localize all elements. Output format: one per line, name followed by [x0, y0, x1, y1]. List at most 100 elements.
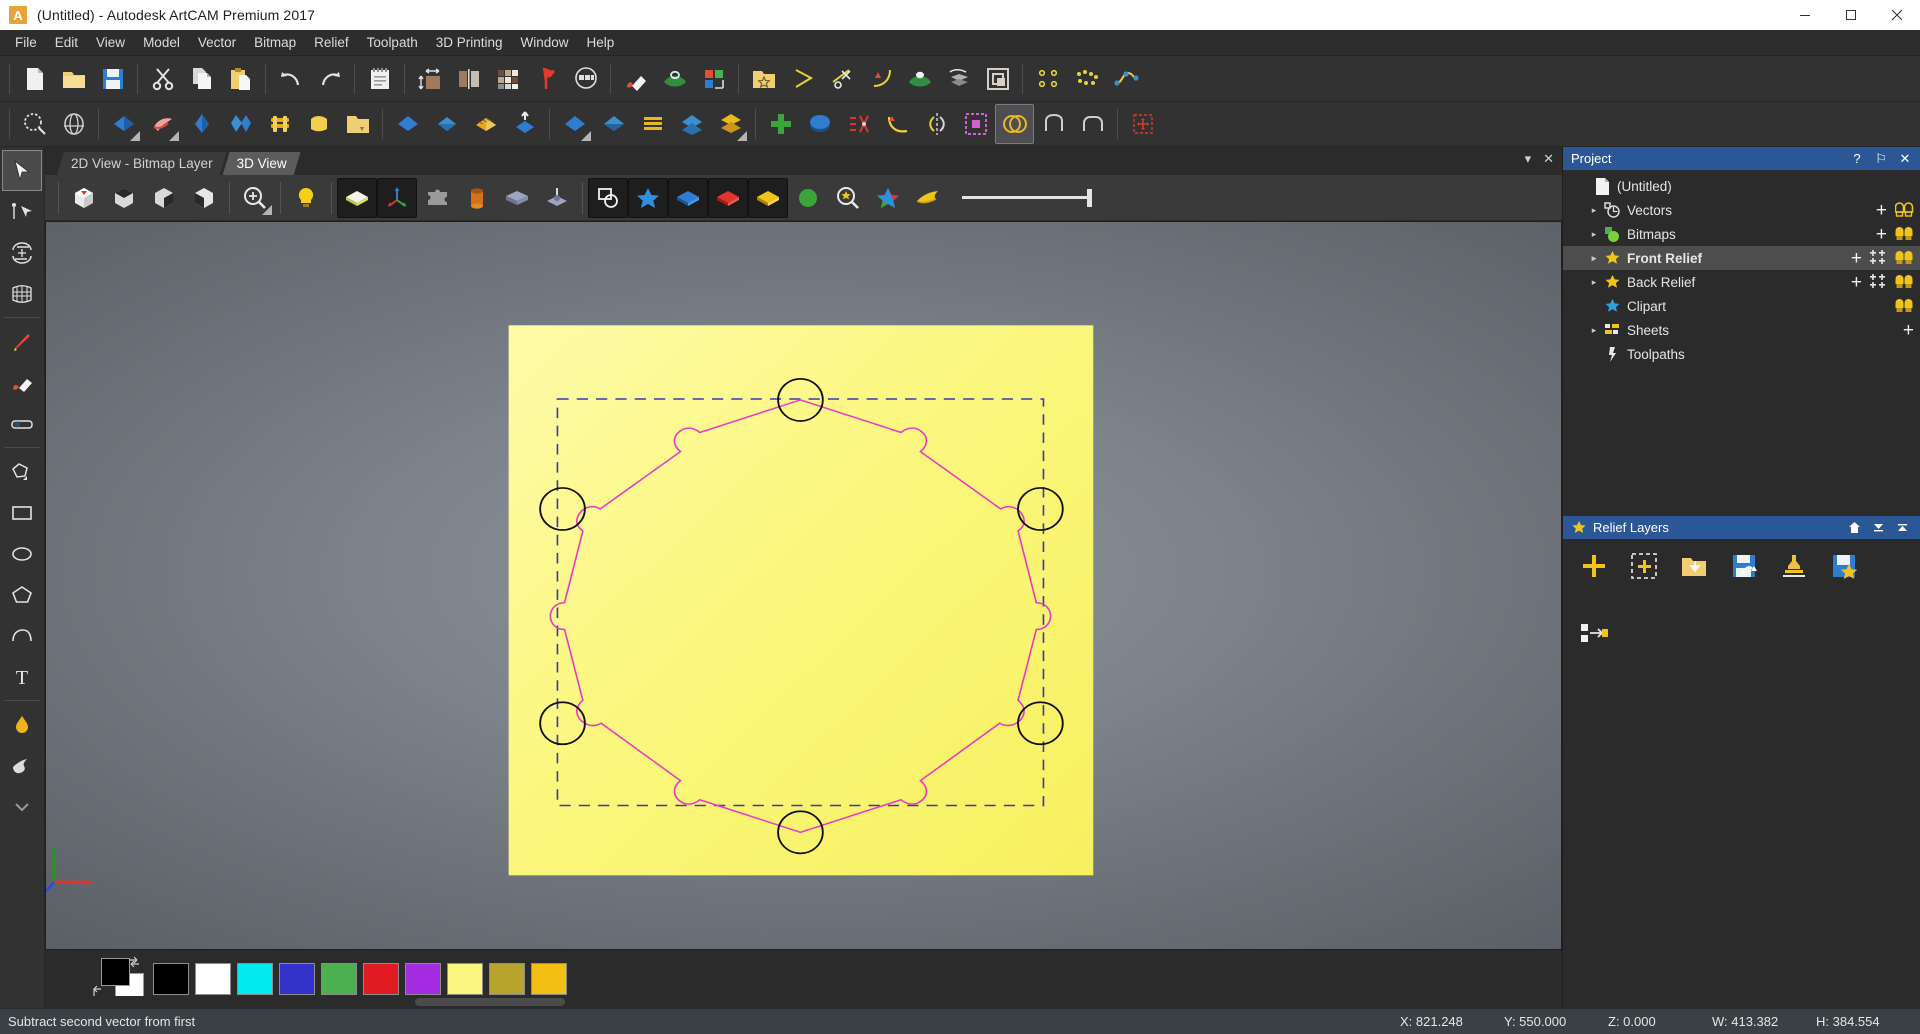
zoom-star-icon[interactable] [828, 178, 868, 218]
tree-item-clipart[interactable]: ▸ Clipart [1563, 294, 1920, 318]
menu-relief[interactable]: Relief [305, 32, 358, 53]
vector-curve-icon[interactable] [861, 59, 900, 99]
iso-view-icon[interactable] [64, 178, 104, 218]
relief-pink-icon[interactable] [143, 104, 182, 144]
vector-blue-icon[interactable] [388, 104, 427, 144]
tree-item-toolpaths[interactable]: ▸ Toolpaths [1563, 342, 1920, 366]
swatch-red[interactable] [363, 963, 399, 995]
nodes-dense-icon[interactable] [1067, 59, 1106, 99]
ribbon-icon[interactable] [908, 178, 948, 218]
fill-vector-tool[interactable] [2, 362, 42, 403]
scrollbar-thumb[interactable] [415, 998, 565, 1006]
tree-item-front-relief[interactable]: ▸ Front Relief + [1563, 246, 1920, 270]
add-front-relief-layer-icon[interactable]: + [1851, 249, 1862, 268]
grid-plus-icon[interactable] [1870, 274, 1887, 290]
top-view-icon[interactable] [184, 178, 224, 218]
menu-model[interactable]: Model [134, 32, 189, 53]
maximize-button[interactable] [1828, 0, 1874, 30]
star-blue-icon[interactable] [628, 177, 668, 218]
save-as-clipart-icon[interactable] [1827, 549, 1861, 583]
slab-icon[interactable] [497, 178, 537, 218]
add-bitmap-layer-icon[interactable]: + [1876, 225, 1887, 244]
3d-viewport[interactable] [45, 221, 1562, 950]
minimize-button[interactable] [1782, 0, 1828, 30]
swatch-lightyellow[interactable] [447, 963, 483, 995]
slider-knob[interactable] [1087, 188, 1092, 207]
cylinder-icon[interactable] [457, 178, 497, 218]
relief-blue-icon[interactable] [104, 104, 143, 144]
expander-icon[interactable]: ▸ [1587, 277, 1601, 288]
preview-eye-icon[interactable] [900, 59, 939, 99]
menu-edit[interactable]: Edit [46, 32, 87, 53]
tree-item-bitmaps[interactable]: ▸ Bitmaps + [1563, 222, 1920, 246]
swatch-purple[interactable] [405, 963, 441, 995]
green-circle-icon[interactable] [788, 178, 828, 218]
ellipse-tool[interactable] [2, 533, 42, 574]
smudge-tool[interactable] [2, 745, 42, 786]
menu-window[interactable]: Window [512, 32, 578, 53]
toggle-relief-icon[interactable] [588, 177, 628, 218]
curve-yellow-icon[interactable] [878, 104, 917, 144]
import-layer-ic on[interactable] [1677, 549, 1711, 583]
two-rail-sweep-icon[interactable] [427, 104, 466, 144]
wireframe-icon[interactable] [54, 104, 93, 144]
weld-shape-icon[interactable] [1034, 104, 1073, 144]
project-pin-icon[interactable]: ⚐ [1872, 151, 1890, 167]
expander-icon[interactable]: ▸ [1587, 325, 1601, 336]
multi-color-icon[interactable] [868, 178, 908, 218]
tree-item-vectors[interactable]: ▸ Vectors + [1563, 198, 1920, 222]
material-diamond-icon[interactable] [616, 59, 655, 99]
relief-transparency-slider[interactable] [962, 185, 1092, 211]
layer-stack2-icon[interactable] [711, 104, 750, 144]
home-icon[interactable] [1848, 521, 1866, 534]
add-vector-layer-icon[interactable]: + [1876, 201, 1887, 220]
vector-arrow-icon[interactable] [783, 59, 822, 99]
bulb-icon[interactable] [1895, 249, 1914, 267]
expander-icon[interactable]: ▸ [1587, 229, 1601, 240]
puzzle-icon[interactable] [417, 178, 457, 218]
tab-3d-view[interactable]: 3D View [223, 152, 301, 175]
bulb-icon[interactable] [1895, 273, 1914, 291]
vector-trim-icon[interactable] [822, 59, 861, 99]
color-grid-icon[interactable] [694, 59, 733, 99]
swatch-olive[interactable] [489, 963, 525, 995]
measure-tool[interactable] [2, 403, 42, 444]
layer-red-icon[interactable] [708, 177, 748, 218]
open-model-icon[interactable] [54, 59, 93, 99]
undo-icon[interactable] [271, 59, 310, 99]
swatch-gold[interactable] [531, 963, 567, 995]
transform-tool[interactable] [2, 232, 42, 273]
visibility-eye-icon[interactable] [655, 59, 694, 99]
select-area-icon[interactable] [956, 104, 995, 144]
stamp-layer-icon[interactable] [1777, 549, 1811, 583]
bulb-icon[interactable] [1895, 225, 1914, 243]
subtract-vector-icon[interactable] [995, 104, 1034, 144]
weave-gold-icon[interactable] [260, 104, 299, 144]
layer-yellow-icon[interactable] [748, 177, 788, 218]
menu-help[interactable]: Help [578, 32, 624, 53]
foreground-colour-swatch[interactable] [101, 958, 130, 986]
subtract-red-icon[interactable] [839, 104, 878, 144]
bulb-icon[interactable] [1895, 297, 1914, 315]
freehand-tool[interactable] [2, 451, 42, 492]
shape-editor-icon[interactable] [594, 104, 633, 144]
add-back-relief-layer-icon[interactable]: + [1851, 273, 1862, 292]
move-to-layer-icon[interactable] [1577, 617, 1611, 651]
simulation-icon[interactable] [939, 59, 978, 99]
add-layer-dashed-icon[interactable] [1627, 549, 1661, 583]
tab-minimize-icon[interactable]: ▾ [1525, 151, 1532, 167]
transform-icon[interactable] [1123, 104, 1162, 144]
save-layer-icon[interactable] [1727, 549, 1761, 583]
texture-gold-icon[interactable] [299, 104, 338, 144]
relief-clipart-icon[interactable] [338, 104, 377, 144]
menu-view[interactable]: View [87, 32, 134, 53]
polyline-pencil-tool[interactable] [2, 321, 42, 362]
text-tool[interactable]: T [2, 656, 42, 697]
clipart-folder-icon[interactable] [744, 59, 783, 99]
arc-tool[interactable] [2, 615, 42, 656]
expander-icon[interactable]: ▸ [1587, 205, 1601, 216]
spline-nodes-icon[interactable] [1106, 59, 1145, 99]
swatch-green[interactable] [321, 963, 357, 995]
copy-icon[interactable] [182, 59, 221, 99]
merge-blue-icon[interactable] [800, 104, 839, 144]
